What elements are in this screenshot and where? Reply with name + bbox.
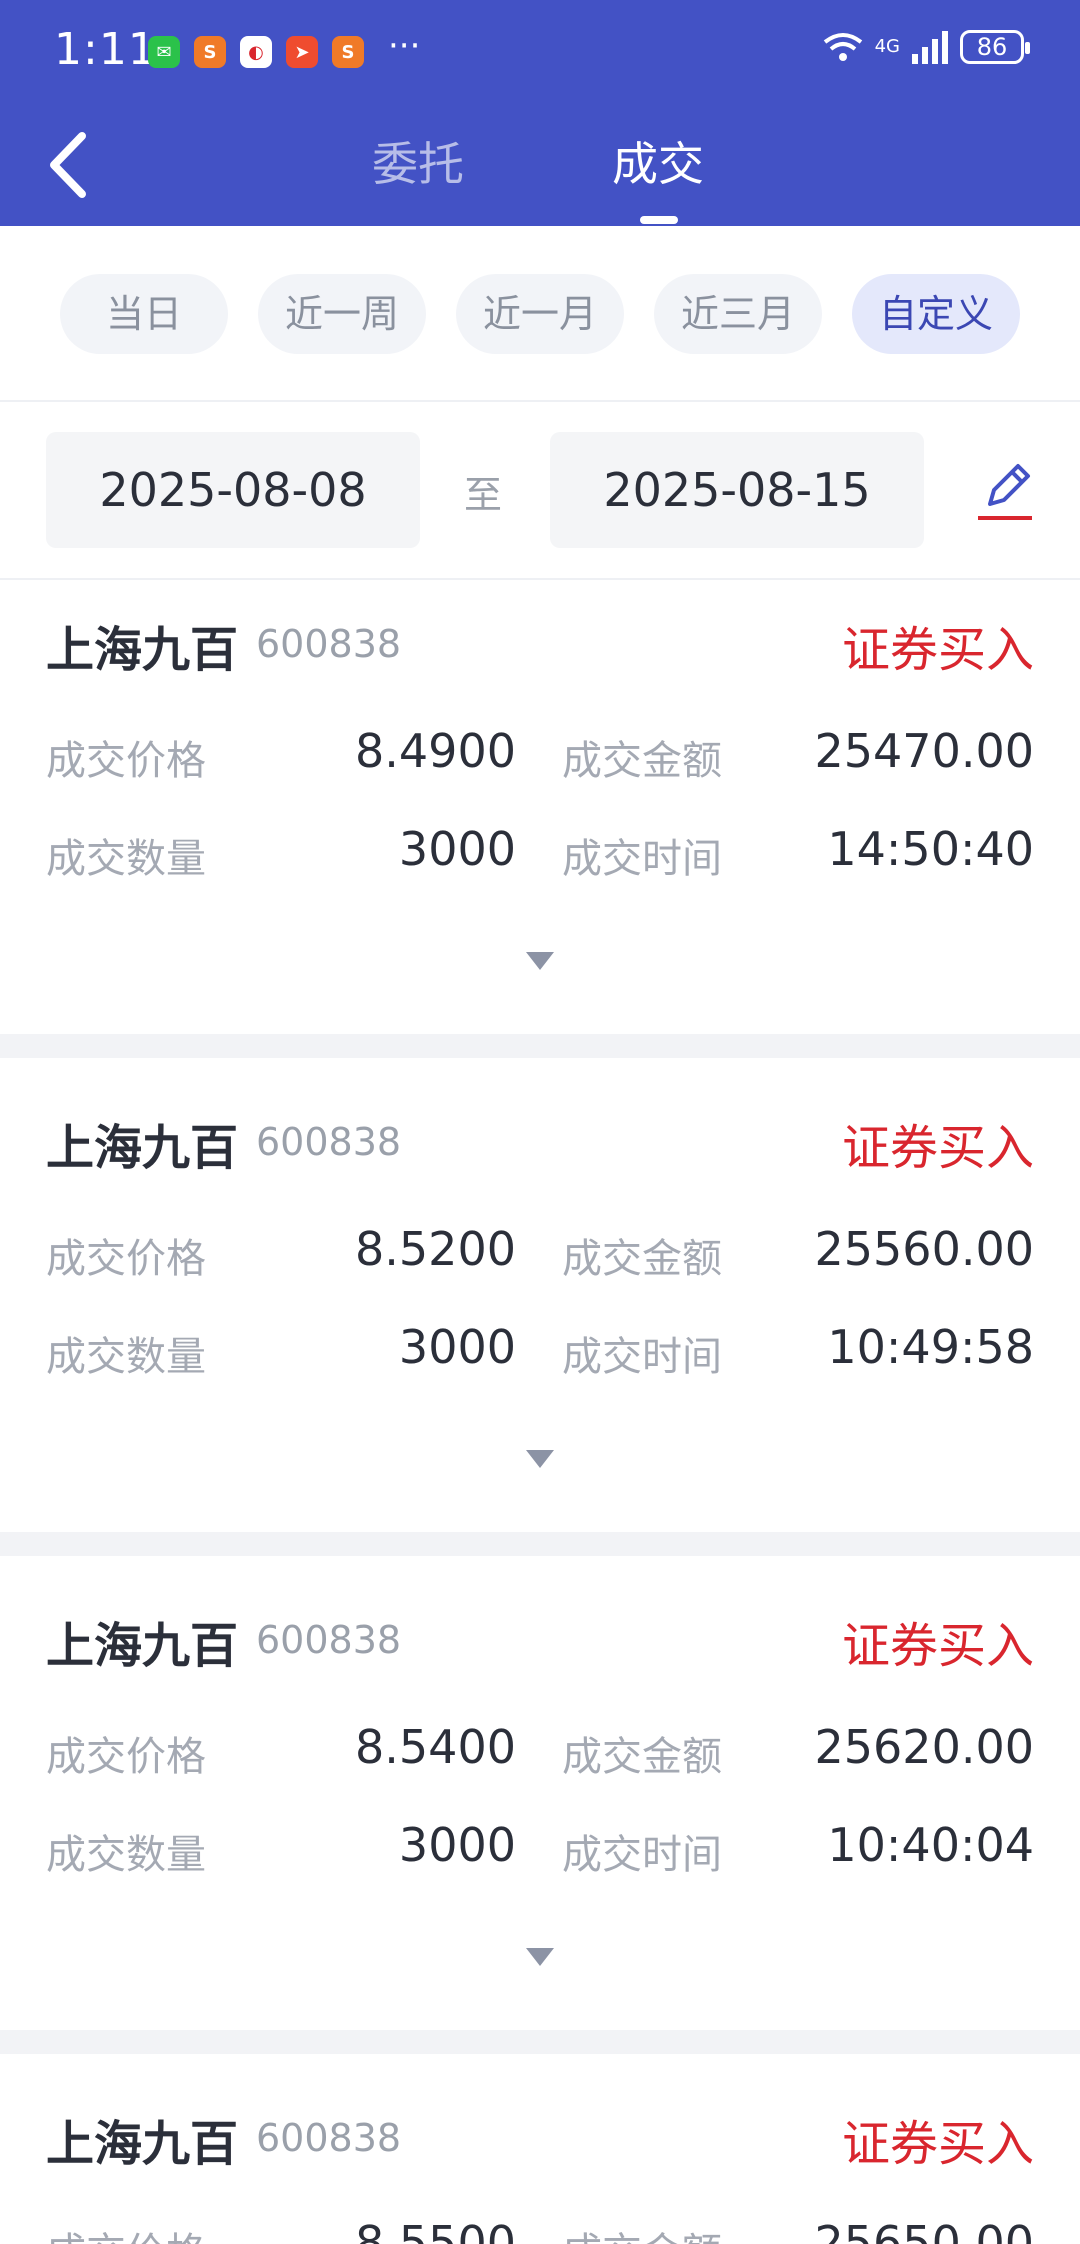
quantity-value: 3000 xyxy=(398,822,516,876)
amount-label: 成交金额 xyxy=(562,1734,722,1780)
status-indicators: 4G 86 xyxy=(821,30,1030,64)
app-circle-icon: ◐ xyxy=(240,36,272,68)
date-filter-bar: 当日 近一周 近一月 近三月 自定义 xyxy=(0,226,1080,402)
trade-record-card[interactable]: 上海九百 600838 证券买入 成交价格 8.4900 成交金额 25470.… xyxy=(0,580,1080,1034)
card-divider xyxy=(0,1034,1080,1058)
battery-level: 86 xyxy=(976,33,1008,61)
expand-chevron-icon[interactable] xyxy=(526,1450,554,1468)
price-label: 成交价格 xyxy=(46,2220,206,2244)
amount-value: 25650.00 xyxy=(814,2216,1035,2244)
stock-code: 600838 xyxy=(256,622,402,666)
date-range-row: 2025-08-08 至 2025-08-15 xyxy=(0,400,1080,580)
quantity-value: 3000 xyxy=(398,1818,516,1872)
edit-icon[interactable] xyxy=(976,460,1034,522)
price-label: 成交价格 xyxy=(46,1734,206,1780)
card-divider xyxy=(0,1532,1080,1556)
filter-week[interactable]: 近一周 xyxy=(258,274,426,354)
time-label: 成交时间 xyxy=(562,836,722,882)
price-label: 成交价格 xyxy=(46,1236,206,1282)
card-divider xyxy=(0,2030,1080,2054)
battery-icon: 86 xyxy=(960,30,1030,64)
app-header: 1:11 ✉ S ◐ ➤ S ··· 4G 86 委托 成交 xyxy=(0,0,1080,226)
signal-icon xyxy=(912,31,948,64)
time-label: 成交时间 xyxy=(562,1832,722,1878)
amount-label: 成交金额 xyxy=(562,738,722,784)
trade-type: 证券买入 xyxy=(841,1120,1034,1176)
stock-name: 上海九百 xyxy=(46,2116,239,2172)
amount-label: 成交金额 xyxy=(562,2220,722,2244)
trade-record-card[interactable]: 上海九百 600838 证券买入 成交价格 8.5400 成交金额 25620.… xyxy=(0,1556,1080,2030)
tab-chengjiao[interactable]: 成交 xyxy=(612,134,704,204)
expand-chevron-icon[interactable] xyxy=(526,1948,554,1966)
wechat-icon: ✉ xyxy=(148,36,180,68)
price-label: 成交价格 xyxy=(46,738,206,784)
amount-value: 25620.00 xyxy=(814,1720,1035,1774)
tab-weituo[interactable]: 委托 xyxy=(372,134,464,204)
status-app-icons: ✉ S ◐ ➤ S xyxy=(148,36,364,68)
trade-type: 证券买入 xyxy=(841,2116,1034,2172)
price-value: 8.4900 xyxy=(355,724,516,778)
expand-chevron-icon[interactable] xyxy=(526,952,554,970)
quantity-label: 成交数量 xyxy=(46,1832,206,1878)
stock-code: 600838 xyxy=(256,1618,402,1662)
stock-name: 上海九百 xyxy=(46,622,239,678)
quantity-label: 成交数量 xyxy=(46,1334,206,1380)
amount-value: 25560.00 xyxy=(814,1222,1035,1276)
app-send-icon: ➤ xyxy=(286,36,318,68)
app-s-icon: S xyxy=(194,36,226,68)
start-date-field[interactable]: 2025-08-08 xyxy=(46,432,420,548)
amount-label: 成交金额 xyxy=(562,1236,722,1282)
filter-today[interactable]: 当日 xyxy=(60,274,228,354)
trade-type: 证券买入 xyxy=(841,1618,1034,1674)
end-date-field[interactable]: 2025-08-15 xyxy=(550,432,924,548)
time-value: 10:49:58 xyxy=(827,1320,1034,1374)
filter-three-months[interactable]: 近三月 xyxy=(654,274,822,354)
status-time: 1:11 xyxy=(54,24,157,75)
trade-record-card[interactable]: 上海九百 600838 证券买入 成交价格 8.5500 成交金额 25650.… xyxy=(0,2054,1080,2244)
stock-name: 上海九百 xyxy=(46,1618,239,1674)
quantity-label: 成交数量 xyxy=(46,836,206,882)
time-value: 14:50:40 xyxy=(827,822,1034,876)
trade-type: 证券买入 xyxy=(841,622,1034,678)
time-label: 成交时间 xyxy=(562,1334,722,1380)
stock-code: 600838 xyxy=(256,2116,402,2160)
back-icon[interactable] xyxy=(44,130,94,200)
active-tab-indicator xyxy=(640,216,678,224)
wifi-icon xyxy=(823,33,862,61)
stock-name: 上海九百 xyxy=(46,1120,239,1176)
price-value: 8.5200 xyxy=(355,1222,516,1276)
filter-month[interactable]: 近一月 xyxy=(456,274,624,354)
app-s2-icon: S xyxy=(332,36,364,68)
price-value: 8.5400 xyxy=(355,1720,516,1774)
time-value: 10:40:04 xyxy=(827,1818,1034,1872)
network-type: 4G xyxy=(874,36,900,57)
filter-custom[interactable]: 自定义 xyxy=(852,274,1020,354)
amount-value: 25470.00 xyxy=(814,724,1035,778)
trade-record-card[interactable]: 上海九百 600838 证券买入 成交价格 8.5200 成交金额 25560.… xyxy=(0,1058,1080,1532)
more-notifications-icon: ··· xyxy=(388,26,421,66)
quantity-value: 3000 xyxy=(398,1320,516,1374)
stock-code: 600838 xyxy=(256,1120,402,1164)
date-separator: 至 xyxy=(464,473,503,517)
price-value: 8.5500 xyxy=(355,2216,516,2244)
